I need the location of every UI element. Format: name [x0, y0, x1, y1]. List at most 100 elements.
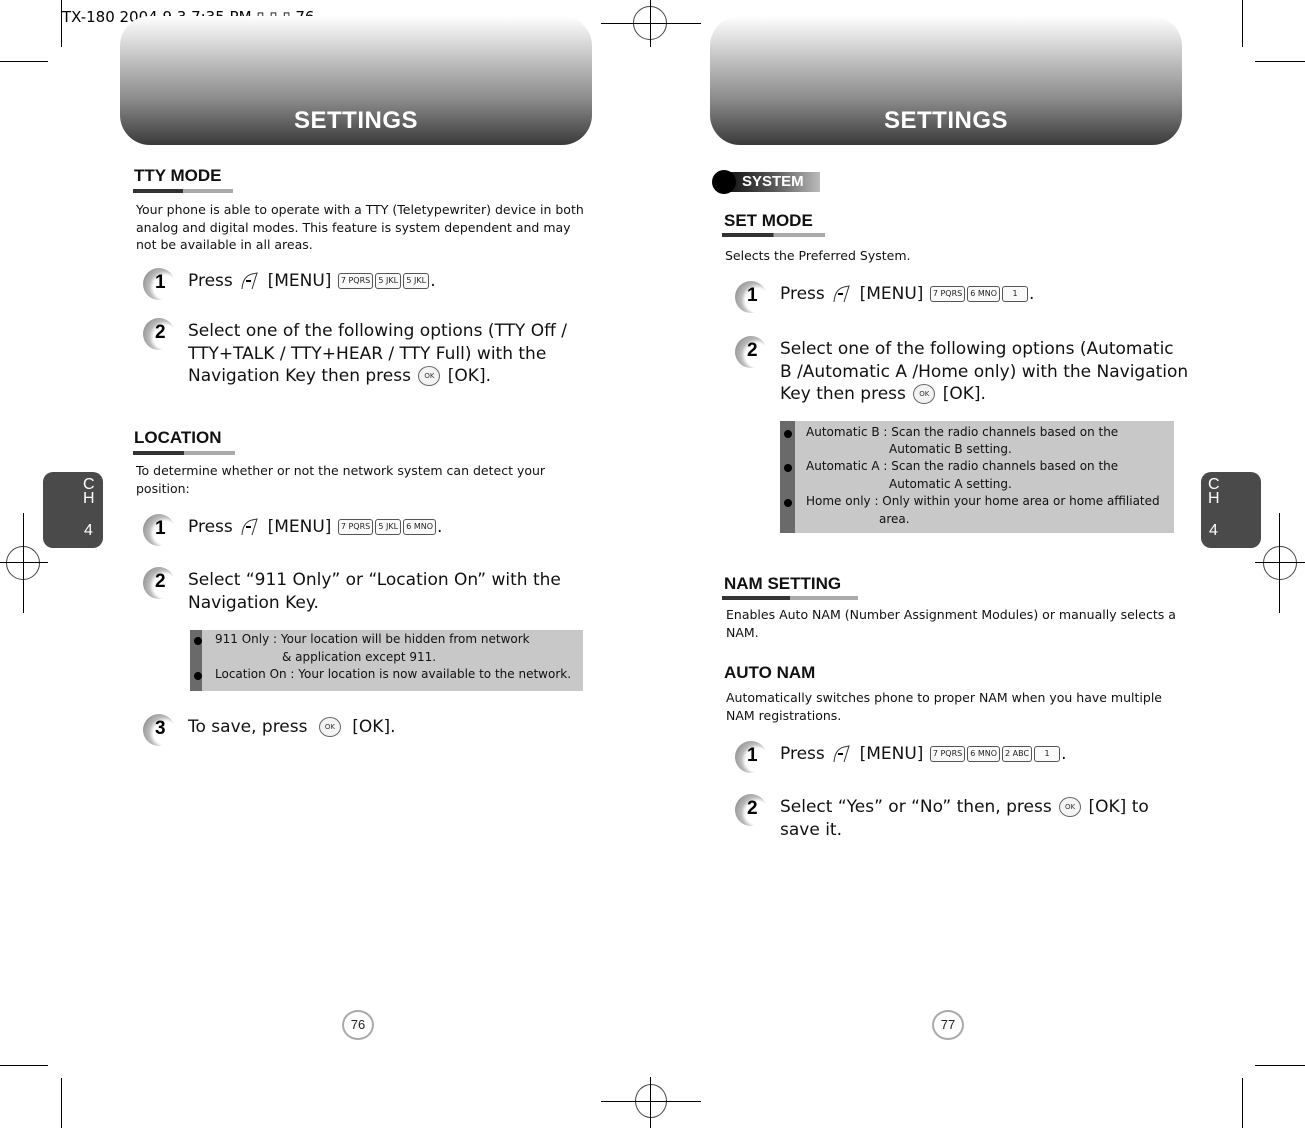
registration-mark [1255, 562, 1305, 563]
registration-mark [650, 1077, 651, 1128]
page-header-banner: SETTINGS [120, 16, 592, 145]
note-item: 911 Only : Your location will be hidden … [215, 632, 530, 646]
registration-mark [1279, 513, 1280, 613]
step-number-badge: 2 [143, 567, 177, 601]
heading-underline [133, 451, 235, 455]
step-number-badge: 1 [735, 741, 769, 775]
step-text: Select “Yes” or “No” then, press OK [OK]… [780, 797, 1149, 840]
registration-mark [650, 0, 651, 47]
section-heading-nam-setting: NAM SETTING [724, 574, 842, 593]
key-5-icon: 5 JKL [403, 273, 430, 289]
step-text: To save, press OK [OK]. [188, 717, 396, 737]
registration-mark [23, 513, 24, 613]
key-5-icon: 5 JKL [375, 273, 402, 289]
section-heading-auto-nam: AUTO NAM [724, 663, 816, 682]
key-5-icon: 5 JKL [375, 519, 402, 535]
bullet-icon [784, 499, 792, 507]
note-item: Home only : Only within your home area o… [806, 494, 1160, 508]
crop-mark [1255, 1065, 1305, 1066]
chapter-number: 4 [1209, 522, 1218, 539]
location-options-note: 911 Only : Your location will be hidden … [190, 630, 583, 691]
registration-mark [601, 23, 701, 24]
step-number-badge: 2 [735, 794, 769, 828]
note-item-continuation: area. [879, 512, 910, 526]
registration-mark [0, 562, 48, 563]
crop-mark [1242, 1078, 1243, 1128]
step-text: Press [MENU] 7 PQRS 6 MNO 2 ABC 1. [780, 744, 1067, 764]
heading-underline [722, 233, 825, 237]
crop-mark [0, 61, 48, 62]
location-description: To determine whether or not the network … [136, 463, 546, 496]
bullet-icon [784, 430, 792, 438]
section-heading-location: LOCATION [134, 428, 222, 447]
key-7-icon: 7 PQRS [337, 273, 374, 289]
note-item-continuation: Automatic B setting. [889, 442, 1012, 456]
ok-key-icon: OK [418, 366, 441, 386]
registration-mark [1263, 546, 1297, 580]
bullet-icon [194, 637, 202, 645]
key-7-icon: 7 PQRS [929, 286, 966, 302]
step-text: Press [MENU] 7 PQRS 5 JKL 5 JKL. [188, 271, 436, 291]
step-text: Select one of the following options (TTY… [188, 321, 567, 386]
note-item-continuation: & application except 911. [282, 650, 437, 664]
note-item: Location On : Your location is now avail… [215, 667, 572, 681]
note-item-continuation: Automatic A setting. [889, 477, 1012, 491]
ok-key-icon: OK [1059, 797, 1082, 817]
ok-key-icon: OK [318, 717, 341, 737]
step-number-badge: 3 [143, 714, 177, 748]
key-7-icon: 7 PQRS [929, 746, 966, 762]
chapter-number: 4 [84, 522, 93, 539]
system-section-badge: SYSTEM [712, 170, 822, 194]
bullet-icon [784, 464, 792, 472]
badge-label: SYSTEM [726, 172, 820, 192]
note-item: Automatic A : Scan the radio channels ba… [806, 459, 1119, 473]
auto-nam-description: Automatically switches phone to proper N… [726, 690, 1162, 723]
note-item: Automatic B : Scan the radio channels ba… [806, 425, 1119, 439]
step-number-badge: 2 [735, 336, 769, 370]
page-number: 76 [342, 1010, 374, 1040]
key-1-icon: 1 [1034, 746, 1061, 762]
step-number-badge: 1 [143, 514, 177, 548]
key-6-icon: 6 MNO [967, 746, 1001, 762]
page-number: 77 [932, 1010, 964, 1040]
chapter-tab: C H 4 [1201, 472, 1261, 548]
chapter-label: C H [1208, 476, 1220, 507]
section-heading-set-mode: SET MODE [724, 211, 813, 230]
badge-dot-icon [712, 170, 736, 194]
page-title: SETTINGS [293, 107, 418, 134]
registration-mark [601, 1101, 701, 1102]
soft-key-icon [833, 285, 850, 303]
step-text: Select one of the following options (Aut… [780, 339, 1189, 404]
chapter-label: C H [83, 476, 95, 507]
key-7-icon: 7 PQRS [337, 519, 374, 535]
ok-key-icon: OK [913, 384, 936, 404]
key-2-icon: 2 ABC [1002, 746, 1033, 762]
section-heading-tty-mode: TTY MODE [134, 166, 222, 185]
bullet-icon [194, 672, 202, 680]
page-header-banner: SETTINGS [710, 16, 1182, 145]
step-number-badge: 1 [143, 268, 177, 302]
nam-setting-description: Enables Auto NAM (Number Assignment Modu… [726, 607, 1176, 640]
soft-key-icon [833, 745, 850, 763]
crop-mark [61, 1078, 62, 1128]
key-6-icon: 6 MNO [403, 519, 437, 535]
key-1-icon: 1 [1002, 286, 1029, 302]
soft-key-icon [241, 518, 258, 536]
key-6-icon: 6 MNO [967, 286, 1001, 302]
page-title: SETTINGS [883, 107, 1008, 134]
chapter-tab: C H 4 [43, 472, 103, 548]
crop-mark [1242, 0, 1243, 47]
tty-mode-description: Your phone is able to operate with a TTY… [136, 202, 584, 252]
crop-mark [1255, 61, 1305, 62]
crop-mark [0, 1065, 48, 1066]
step-text: Press [MENU] 7 PQRS 6 MNO 1. [780, 284, 1035, 304]
step-number-badge: 1 [735, 281, 769, 315]
heading-underline [133, 189, 233, 193]
set-mode-description: Selects the Preferred System. [725, 248, 911, 263]
step-number-badge: 2 [143, 318, 177, 352]
step-text: Press [MENU] 7 PQRS 5 JKL 6 MNO. [188, 517, 443, 537]
step-text: Select “911 Only” or “Location On” with … [188, 570, 561, 613]
set-mode-options-note: Automatic B : Scan the radio channels ba… [780, 421, 1174, 533]
soft-key-icon [241, 272, 258, 290]
heading-underline [722, 596, 858, 600]
